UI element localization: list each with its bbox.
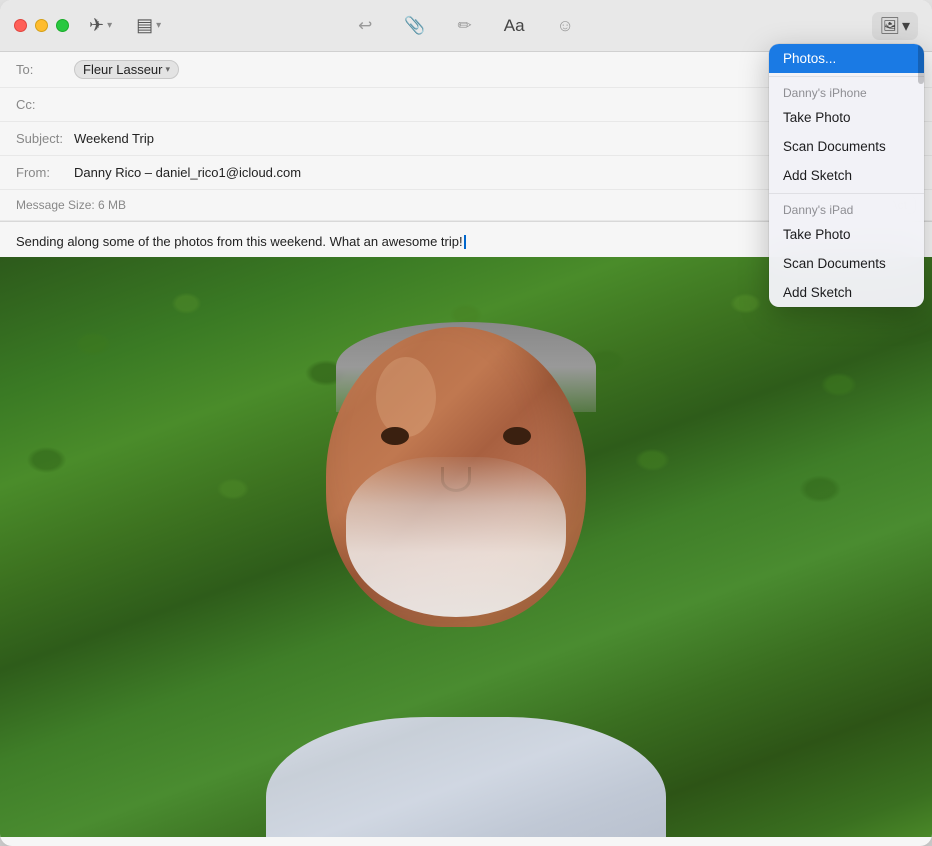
photo-background xyxy=(0,257,932,837)
maximize-button[interactable] xyxy=(56,19,69,32)
compose-button[interactable]: ✏ xyxy=(452,12,478,40)
menu-item-ipad-scan[interactable]: Scan Documents xyxy=(769,249,924,278)
subject-label: Subject: xyxy=(16,131,74,146)
message-size: Message Size: 6 MB xyxy=(16,198,126,212)
text-cursor xyxy=(464,235,466,249)
menu-item-photos[interactable]: Photos... xyxy=(769,44,924,73)
from-value: Danny Rico – daniel_rico1@icloud.com xyxy=(74,165,301,180)
send-icon: ✈ xyxy=(89,15,104,36)
emoji-button[interactable]: ☺ xyxy=(551,12,580,40)
from-label: From: xyxy=(16,165,74,180)
reply-icon: ↩ xyxy=(358,16,372,35)
face-highlight xyxy=(376,357,436,437)
cc-label: Cc: xyxy=(16,97,74,112)
subject-value[interactable]: Weekend Trip xyxy=(74,131,154,146)
menu-item-iphone-scan[interactable]: Scan Documents xyxy=(769,132,924,161)
message-size-value: 6 MB xyxy=(98,198,126,212)
iphone-section-header: Danny's iPhone xyxy=(769,80,924,103)
to-label: To: xyxy=(16,62,74,77)
person-head xyxy=(326,327,606,647)
emoji-icon: ☺ xyxy=(557,16,574,35)
send-chevron-icon: ▾ xyxy=(107,20,112,31)
insert-chevron-icon: ▾ xyxy=(902,16,910,36)
menu-divider-2 xyxy=(769,193,924,194)
toolbar-center: ↩ 📎 ✏ Aa ☺ xyxy=(352,12,580,40)
send-button[interactable]: ✈ ▾ xyxy=(83,11,118,40)
reply-button[interactable]: ↩ xyxy=(352,12,378,40)
menu-divider-1 xyxy=(769,76,924,77)
menu-item-ipad-sketch[interactable]: Add Sketch xyxy=(769,278,924,307)
ipad-section-header: Danny's iPad xyxy=(769,197,924,220)
format-icon: Aa xyxy=(504,16,525,35)
message-size-label: Message Size: xyxy=(16,198,95,212)
beard xyxy=(346,457,566,617)
recipient-chevron-icon: ▾ xyxy=(165,64,170,75)
toolbar-right: 🖼 ▾ xyxy=(872,12,918,40)
traffic-lights xyxy=(14,19,69,32)
scrollbar-thumb[interactable] xyxy=(918,44,924,84)
attach-button[interactable]: 📎 xyxy=(398,12,431,40)
toolbar-left: ✈ ▾ ▤ ▾ xyxy=(83,11,167,40)
photo-container xyxy=(0,257,932,837)
layout-icon: ▤ xyxy=(136,15,153,36)
insert-media-button[interactable]: 🖼 ▾ xyxy=(872,12,918,40)
body-text: Sending along some of the photos from th… xyxy=(16,234,463,249)
person-figure xyxy=(176,297,756,837)
recipient-name: Fleur Lasseur xyxy=(83,62,162,77)
menu-item-ipad-take-photo[interactable]: Take Photo xyxy=(769,220,924,249)
face xyxy=(326,327,586,627)
eye-right xyxy=(503,427,531,445)
compose-icon: ✏ xyxy=(458,16,472,35)
layout-button[interactable]: ▤ ▾ xyxy=(130,11,167,40)
minimize-button[interactable] xyxy=(35,19,48,32)
attach-icon: 📎 xyxy=(404,16,425,35)
message-body[interactable]: Sending along some of the photos from th… xyxy=(0,222,932,846)
close-button[interactable] xyxy=(14,19,27,32)
shirt xyxy=(266,717,666,837)
layout-chevron-icon: ▾ xyxy=(156,20,161,31)
insert-media-dropdown: Photos... Danny's iPhone Take Photo Scan… xyxy=(769,44,924,307)
format-button[interactable]: Aa xyxy=(498,12,531,40)
menu-item-iphone-sketch[interactable]: Add Sketch xyxy=(769,161,924,190)
insert-media-icon: 🖼 xyxy=(880,16,900,36)
eye-left xyxy=(381,427,409,445)
mail-window: ✈ ▾ ▤ ▾ ↩ 📎 ✏ Aa ☺ xyxy=(0,0,932,846)
menu-item-iphone-take-photo[interactable]: Take Photo xyxy=(769,103,924,132)
recipient-chip[interactable]: Fleur Lasseur ▾ xyxy=(74,60,179,79)
